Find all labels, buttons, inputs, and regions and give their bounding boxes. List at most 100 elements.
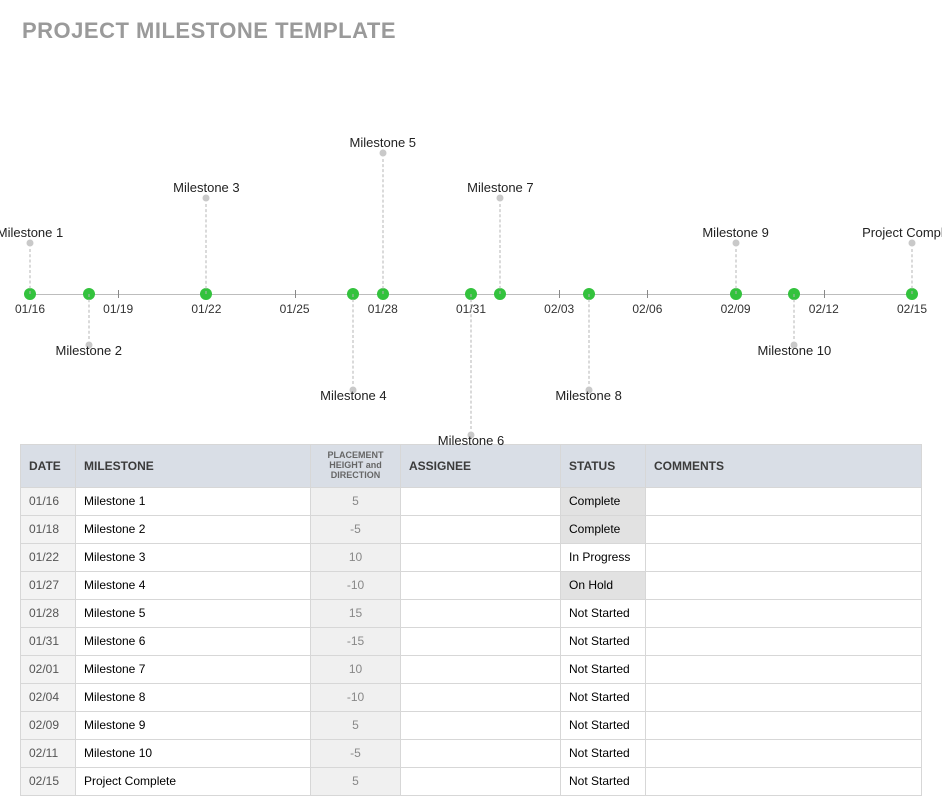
cell-status[interactable]: Complete	[561, 487, 646, 515]
milestone-end-dot	[497, 195, 504, 202]
cell-date[interactable]: 02/09	[21, 711, 76, 739]
cell-assignee[interactable]	[401, 515, 561, 543]
milestone-label: Milestone 3	[173, 180, 239, 195]
cell-comments[interactable]	[646, 767, 922, 795]
table-row: 02/09Milestone 95 Not Started	[21, 711, 922, 739]
milestone-label: Milestone 1	[0, 225, 63, 240]
cell-milestone[interactable]: Milestone 5	[76, 599, 311, 627]
table-row: 01/18Milestone 2-5 Complete	[21, 515, 922, 543]
milestone-end-dot	[379, 150, 386, 157]
milestone-label: Project Complete	[862, 225, 942, 240]
cell-assignee[interactable]	[401, 683, 561, 711]
cell-placement[interactable]: -5	[311, 515, 401, 543]
milestone-leader	[382, 159, 383, 294]
cell-assignee[interactable]	[401, 599, 561, 627]
cell-assignee[interactable]	[401, 711, 561, 739]
cell-status[interactable]: Not Started	[561, 599, 646, 627]
cell-date[interactable]: 02/11	[21, 739, 76, 767]
cell-assignee[interactable]	[401, 487, 561, 515]
cell-milestone[interactable]: Milestone 9	[76, 711, 311, 739]
cell-placement[interactable]: 10	[311, 543, 401, 571]
cell-date[interactable]: 01/22	[21, 543, 76, 571]
cell-comments[interactable]	[646, 571, 922, 599]
cell-comments[interactable]	[646, 487, 922, 515]
cell-milestone[interactable]: Milestone 8	[76, 683, 311, 711]
cell-comments[interactable]	[646, 599, 922, 627]
cell-placement[interactable]: 5	[311, 487, 401, 515]
cell-comments[interactable]	[646, 515, 922, 543]
cell-comments[interactable]	[646, 739, 922, 767]
cell-status[interactable]: In Progress	[561, 543, 646, 571]
cell-status[interactable]: Not Started	[561, 627, 646, 655]
cell-status[interactable]: Not Started	[561, 767, 646, 795]
milestone-leader	[30, 249, 31, 294]
cell-milestone[interactable]: Milestone 3	[76, 543, 311, 571]
axis-tick	[824, 290, 825, 298]
cell-comments[interactable]	[646, 711, 922, 739]
axis-tick-label: 01/25	[280, 302, 310, 316]
milestone-leader	[88, 294, 89, 339]
cell-comments[interactable]	[646, 655, 922, 683]
cell-placement[interactable]: -10	[311, 571, 401, 599]
milestone-leader	[500, 204, 501, 294]
milestone-leader	[735, 249, 736, 294]
cell-status[interactable]: Not Started	[561, 683, 646, 711]
cell-status[interactable]: Complete	[561, 515, 646, 543]
cell-comments[interactable]	[646, 683, 922, 711]
milestone-label: Milestone 6	[438, 433, 504, 448]
cell-date[interactable]: 02/01	[21, 655, 76, 683]
table-row: 02/11Milestone 10-5 Not Started	[21, 739, 922, 767]
cell-placement[interactable]: 15	[311, 599, 401, 627]
cell-status[interactable]: On Hold	[561, 571, 646, 599]
cell-placement[interactable]: -15	[311, 627, 401, 655]
milestone-label: Milestone 4	[320, 388, 386, 403]
cell-placement[interactable]: 10	[311, 655, 401, 683]
cell-date[interactable]: 01/18	[21, 515, 76, 543]
cell-milestone[interactable]: Milestone 6	[76, 627, 311, 655]
cell-placement[interactable]: -10	[311, 683, 401, 711]
table-row: 01/22Milestone 310 In Progress	[21, 543, 922, 571]
th-assignee: ASSIGNEE	[401, 445, 561, 488]
cell-milestone[interactable]: Milestone 10	[76, 739, 311, 767]
table-row: 02/04Milestone 8-10 Not Started	[21, 683, 922, 711]
cell-status[interactable]: Not Started	[561, 655, 646, 683]
cell-comments[interactable]	[646, 543, 922, 571]
axis-tick-label: 01/19	[103, 302, 133, 316]
axis-tick	[295, 290, 296, 298]
cell-date[interactable]: 01/27	[21, 571, 76, 599]
cell-placement[interactable]: -5	[311, 739, 401, 767]
cell-date[interactable]: 01/31	[21, 627, 76, 655]
milestone-end-dot	[27, 240, 34, 247]
axis-tick-label: 02/03	[544, 302, 574, 316]
cell-status[interactable]: Not Started	[561, 739, 646, 767]
milestone-end-dot	[203, 195, 210, 202]
cell-milestone[interactable]: Milestone 7	[76, 655, 311, 683]
table-row: 02/15Project Complete5 Not Started	[21, 767, 922, 795]
cell-assignee[interactable]	[401, 767, 561, 795]
table-header-row: DATE MILESTONE PLACEMENT HEIGHT and DIRE…	[21, 445, 922, 488]
cell-assignee[interactable]	[401, 571, 561, 599]
cell-placement[interactable]: 5	[311, 767, 401, 795]
cell-date[interactable]: 02/04	[21, 683, 76, 711]
th-comments: COMMENTS	[646, 445, 922, 488]
table-row: 01/31Milestone 6-15 Not Started	[21, 627, 922, 655]
cell-assignee[interactable]	[401, 627, 561, 655]
cell-milestone[interactable]: Milestone 4	[76, 571, 311, 599]
cell-date[interactable]: 01/16	[21, 487, 76, 515]
cell-comments[interactable]	[646, 627, 922, 655]
axis-tick-label: 02/12	[809, 302, 839, 316]
cell-milestone[interactable]: Milestone 1	[76, 487, 311, 515]
cell-assignee[interactable]	[401, 739, 561, 767]
cell-date[interactable]: 02/15	[21, 767, 76, 795]
cell-milestone[interactable]: Project Complete	[76, 767, 311, 795]
milestone-leader	[588, 294, 589, 384]
th-placement: PLACEMENT HEIGHT and DIRECTION	[311, 445, 401, 488]
cell-status[interactable]: Not Started	[561, 711, 646, 739]
cell-date[interactable]: 01/28	[21, 599, 76, 627]
cell-milestone[interactable]: Milestone 2	[76, 515, 311, 543]
cell-placement[interactable]: 5	[311, 711, 401, 739]
milestone-end-dot	[732, 240, 739, 247]
cell-assignee[interactable]	[401, 543, 561, 571]
cell-assignee[interactable]	[401, 655, 561, 683]
th-milestone: MILESTONE	[76, 445, 311, 488]
